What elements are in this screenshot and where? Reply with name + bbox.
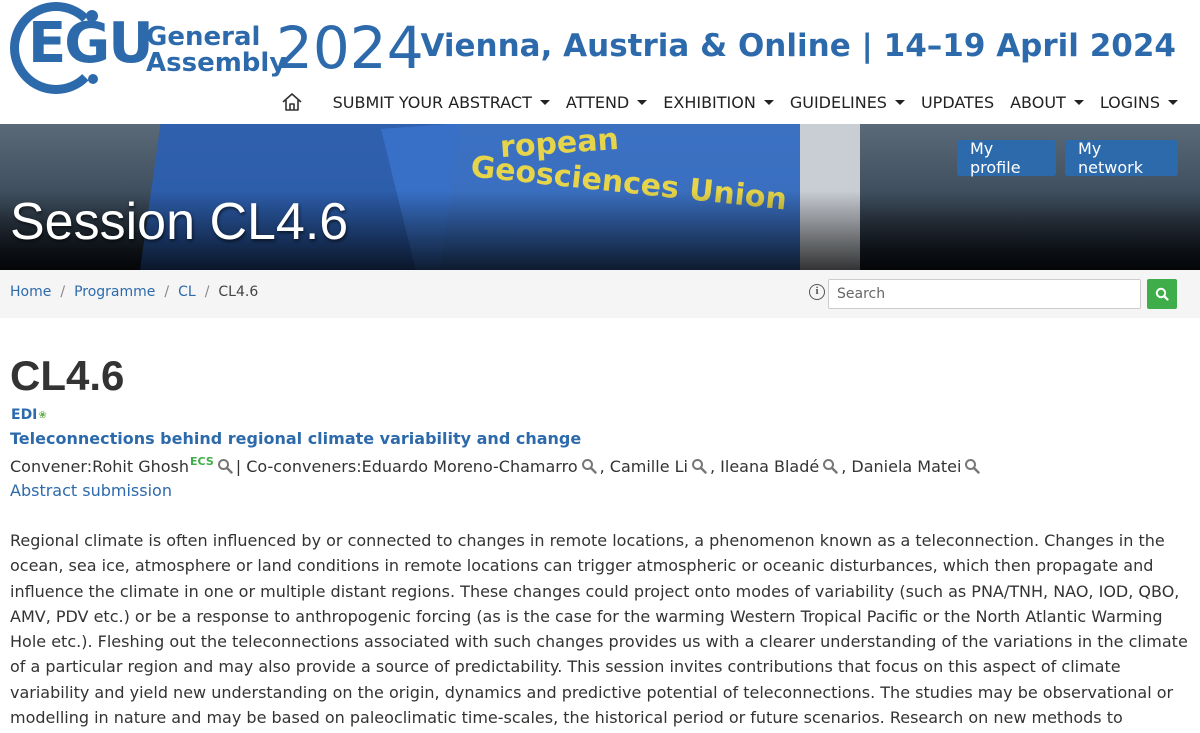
session-banner: ropean Geosciences Union Session CL4.6 M… — [0, 124, 1200, 270]
breadcrumb-home[interactable]: Home — [10, 284, 51, 300]
breadcrumb-programme[interactable]: Programme — [74, 284, 155, 300]
comma-separator: , — [841, 457, 852, 476]
abstract-submission-link[interactable]: Abstract submission — [10, 481, 172, 500]
nav-attend[interactable]: ATTEND — [565, 92, 648, 112]
ecs-badge: ECS — [190, 455, 214, 468]
comma-separator: , — [709, 457, 721, 476]
nav-submit-abstract[interactable]: SUBMIT YOUR ABSTRACT — [333, 93, 550, 112]
home-icon[interactable] — [279, 89, 305, 115]
nav-label: EXHIBITION — [663, 92, 756, 112]
logo-assembly-text: Assembly — [146, 48, 287, 78]
edi-badge[interactable]: EDI ❀ — [11, 407, 47, 423]
site-header: EGU General Assembly 2024 Vienna, Austri… — [0, 0, 1200, 124]
my-network-button[interactable]: My network — [1065, 139, 1178, 177]
nav-label: ATTEND — [565, 92, 630, 112]
my-profile-button[interactable]: My profile — [957, 139, 1056, 177]
dropdown-caret-icon — [763, 99, 774, 105]
breadcrumb-current: CL4.6 — [218, 284, 259, 300]
session-description: Regional climate is often influenced by … — [10, 531, 1188, 728]
nav-exhibition[interactable]: EXHIBITION — [663, 93, 774, 112]
main-nav: SUBMIT YOUR ABSTRACT ATTEND EXHIBITION G… — [279, 88, 1178, 116]
dropdown-caret-icon — [894, 99, 905, 105]
comma-separator: , — [599, 457, 610, 476]
breadcrumb-separator: / — [164, 284, 170, 300]
co-convener-name: Daniela Matei — [851, 457, 962, 476]
conveners-line: Convener: Rohit Ghosh ECS | Co-conveners… — [10, 455, 983, 476]
magnifier-icon[interactable] — [964, 458, 981, 474]
banner-session-title: Session CL4.6 — [10, 193, 349, 251]
dropdown-caret-icon — [637, 99, 648, 105]
convener-name: Rohit Ghosh — [92, 457, 190, 476]
edi-leaf-icon: ❀ — [38, 409, 47, 421]
magnifier-icon[interactable] — [691, 458, 707, 474]
dropdown-caret-icon — [539, 99, 550, 105]
search-input[interactable] — [828, 279, 1141, 309]
magnifier-icon[interactable] — [822, 458, 838, 474]
magnifier-icon[interactable] — [217, 458, 233, 474]
search-icon — [1155, 287, 1169, 301]
breadcrumb-cl[interactable]: CL — [178, 284, 196, 300]
convener-label: Convener: — [10, 457, 93, 476]
nav-about[interactable]: ABOUT — [1010, 93, 1084, 112]
edi-label: EDI — [11, 407, 38, 423]
nav-guidelines[interactable]: GUIDELINES — [790, 93, 905, 112]
nav-label: ABOUT — [1010, 92, 1066, 112]
nav-label: SUBMIT YOUR ABSTRACT — [332, 92, 532, 112]
co-convener-name: Camille Li — [609, 457, 688, 476]
breadcrumb-separator: / — [60, 284, 66, 300]
dropdown-caret-icon — [1168, 99, 1178, 105]
dropdown-caret-icon — [1073, 99, 1084, 105]
session-title: Teleconnections behind regional climate … — [10, 429, 582, 448]
nav-label: UPDATES — [920, 92, 995, 112]
magnifier-icon[interactable] — [581, 458, 597, 474]
search-button[interactable] — [1147, 279, 1177, 309]
co-convener-name: Ileana Bladé — [720, 457, 820, 476]
logo-egu-text: EGU — [28, 11, 154, 76]
logo-general-text: General — [146, 22, 261, 52]
nav-logins[interactable]: LOGINS — [1100, 93, 1178, 112]
co-conveners-label: | Co-conveners: — [235, 457, 362, 476]
info-icon[interactable]: i — [809, 284, 825, 300]
co-convener-name: Eduardo Moreno-Chamarro — [361, 457, 578, 476]
event-tagline: Vienna, Austria & Online | 14–19 April 2… — [420, 28, 1176, 64]
nav-label: LOGINS — [1099, 92, 1160, 112]
breadcrumb: Home / Programme / CL / CL4.6 — [10, 284, 258, 300]
breadcrumb-separator: / — [204, 284, 210, 300]
page-title: CL4.6 — [10, 352, 125, 399]
logo-year-text: 2024 — [276, 14, 424, 82]
nav-updates[interactable]: UPDATES — [921, 93, 994, 112]
nav-label: GUIDELINES — [789, 92, 887, 112]
breadcrumb-bar: Home / Programme / CL / CL4.6 i — [0, 270, 1200, 318]
